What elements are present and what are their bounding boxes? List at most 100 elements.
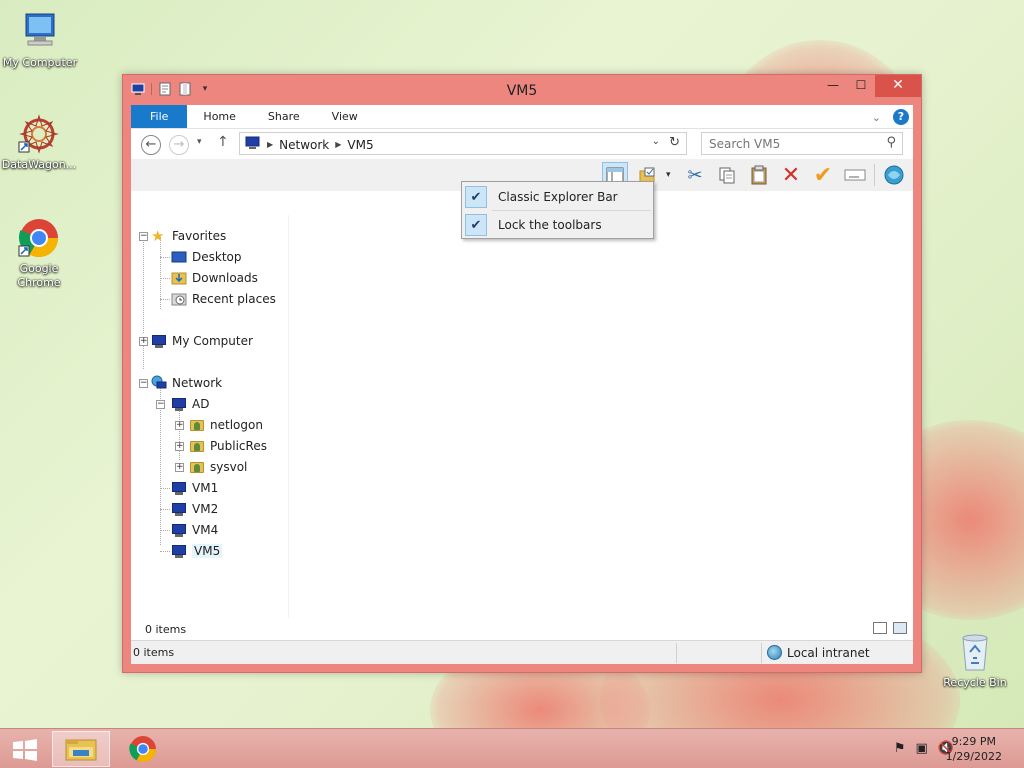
delete-icon[interactable]: ✕: [778, 162, 804, 188]
breadcrumb-vm5[interactable]: VM5: [347, 138, 373, 152]
status-bar: 0 items Local intranet: [131, 640, 913, 664]
collapse-ad-button[interactable]: −: [156, 400, 165, 409]
computer-icon: [171, 396, 187, 412]
paste-icon[interactable]: [746, 162, 772, 188]
clock[interactable]: 9:29 PM 1/29/2022: [946, 734, 1002, 764]
up-button[interactable]: ↑: [217, 134, 229, 150]
network-status-icon[interactable]: ▣: [916, 741, 928, 756]
explorer-window: ▾ VM5 — ☐ ✕ File Home Share View ⌄ ? ← →…: [122, 74, 922, 673]
toolbar-dropdown-icon[interactable]: ▾: [666, 170, 676, 180]
chevron-right-icon[interactable]: ▶: [335, 140, 341, 149]
start-button[interactable]: [12, 739, 38, 761]
expand-my-computer-button[interactable]: +: [139, 337, 148, 346]
tree-item-network[interactable]: Network: [151, 374, 222, 392]
tree-item-vm5[interactable]: VM5: [171, 542, 223, 560]
search-input[interactable]: [709, 136, 879, 151]
tree-item-publicres[interactable]: PublicRes: [189, 437, 267, 455]
tree-item-vm1[interactable]: VM1: [171, 479, 218, 497]
security-zone: Local intranet: [767, 645, 870, 660]
ribbon-expand-icon[interactable]: ⌄: [872, 111, 881, 124]
chrome-icon: [129, 736, 156, 762]
tree-item-ad[interactable]: AD: [171, 395, 209, 413]
classic-shell-icon[interactable]: [881, 162, 907, 188]
title-bar[interactable]: ▾ VM5 — ☐ ✕: [123, 75, 921, 105]
toolbar-separator: [874, 164, 875, 186]
tab-file[interactable]: File: [131, 105, 188, 128]
tree-item-vm2[interactable]: VM2: [171, 500, 218, 518]
recent-places-icon: [171, 291, 187, 307]
ribbon-tabs: File Home Share View ⌄ ?: [131, 105, 913, 129]
file-explorer-icon: [65, 739, 97, 761]
chevron-right-icon[interactable]: ▶: [267, 140, 273, 149]
windows-logo-icon: [13, 739, 37, 761]
tree-item-vm4[interactable]: VM4: [171, 521, 218, 539]
tab-view[interactable]: View: [316, 105, 374, 128]
tree-item-recent-places[interactable]: Recent places: [171, 290, 276, 308]
properties-check-icon[interactable]: ✔: [810, 162, 836, 188]
desktop-icon-label: My Computer: [2, 56, 78, 69]
address-dropdown-icon[interactable]: ⌄: [652, 136, 660, 147]
tree-item-downloads[interactable]: Downloads: [171, 269, 258, 287]
downloads-icon: [171, 270, 187, 286]
maximize-button[interactable]: ☐: [847, 75, 875, 97]
toolbar-context-menu: ✔ Classic Explorer Bar ✔ Lock the toolba…: [461, 181, 654, 239]
computer-icon: [18, 10, 62, 54]
refresh-icon[interactable]: ↻: [669, 135, 680, 150]
breadcrumb-network[interactable]: Network: [279, 138, 329, 152]
action-center-flag-icon[interactable]: ⚑: [894, 741, 906, 756]
desktop-icon-datawagon[interactable]: DataWagon...: [0, 112, 79, 172]
computer-icon: [171, 543, 187, 559]
status-separator: [676, 643, 677, 663]
collapse-network-button[interactable]: −: [139, 379, 148, 388]
star-icon: ★: [151, 227, 165, 245]
cut-icon[interactable]: ✂: [682, 162, 708, 188]
desktop-icon-google-chrome[interactable]: Google Chrome: [0, 216, 79, 290]
computer-icon: [171, 480, 187, 496]
shared-folder-icon: [189, 459, 205, 475]
computer-icon: [171, 501, 187, 517]
globe-icon: [767, 645, 782, 660]
menu-item-classic-explorer-bar[interactable]: ✔ Classic Explorer Bar: [464, 184, 651, 210]
tree-item-netlogon[interactable]: netlogon: [189, 416, 263, 434]
tab-home[interactable]: Home: [187, 105, 251, 128]
taskbar-chrome[interactable]: [114, 731, 172, 767]
content-area: − ★ Favorites Desktop Downloads Recent p…: [131, 215, 913, 618]
close-button[interactable]: ✕: [875, 75, 921, 97]
recycle-bin-icon: [953, 630, 997, 674]
tree-item-my-computer[interactable]: My Computer: [151, 332, 253, 350]
clock-date: 1/29/2022: [945, 750, 1002, 763]
rename-icon[interactable]: [842, 162, 868, 188]
details-view-icon[interactable]: [873, 622, 887, 634]
tree-item-desktop[interactable]: Desktop: [171, 248, 242, 266]
search-icon[interactable]: ⚲: [886, 135, 896, 150]
taskbar: ⚑ ▣ 🔇 9:29 PM 1/29/2022: [0, 728, 1024, 768]
desktop-icon-my-computer[interactable]: My Computer: [0, 10, 80, 70]
expand-netlogon-button[interactable]: +: [175, 421, 184, 430]
file-list-pane[interactable]: [291, 215, 913, 618]
minimize-button[interactable]: —: [819, 75, 847, 97]
computer-icon: [151, 333, 167, 349]
tree-item-favorites[interactable]: ★ Favorites: [151, 227, 226, 245]
desktop-icon-label: Recycle Bin: [943, 676, 1007, 689]
tab-share[interactable]: Share: [252, 105, 316, 128]
desktop-icon-recycle-bin[interactable]: Recycle Bin: [935, 630, 1015, 690]
expand-publicres-button[interactable]: +: [175, 442, 184, 451]
address-bar[interactable]: ▶ Network ▶ VM5 ⌄ ↻: [239, 132, 687, 155]
recent-locations-button[interactable]: ▾: [197, 137, 202, 147]
taskbar-file-explorer[interactable]: [52, 731, 110, 767]
computer-icon: [171, 522, 187, 538]
back-button[interactable]: ←: [141, 135, 161, 155]
desktop-icon: [171, 249, 187, 265]
search-box[interactable]: ⚲: [701, 132, 903, 155]
details-bar: 0 items: [131, 618, 913, 640]
window-title: VM5: [506, 83, 538, 99]
collapse-favorites-button[interactable]: −: [139, 232, 148, 241]
clock-time: 9:29 PM: [951, 735, 996, 748]
help-icon[interactable]: ?: [893, 109, 909, 125]
copy-icon[interactable]: [714, 162, 740, 188]
menu-item-lock-toolbars[interactable]: ✔ Lock the toolbars: [464, 212, 651, 238]
tree-item-sysvol[interactable]: sysvol: [189, 458, 247, 476]
expand-sysvol-button[interactable]: +: [175, 463, 184, 472]
large-icons-view-icon[interactable]: [893, 622, 907, 634]
forward-button[interactable]: →: [169, 135, 189, 155]
